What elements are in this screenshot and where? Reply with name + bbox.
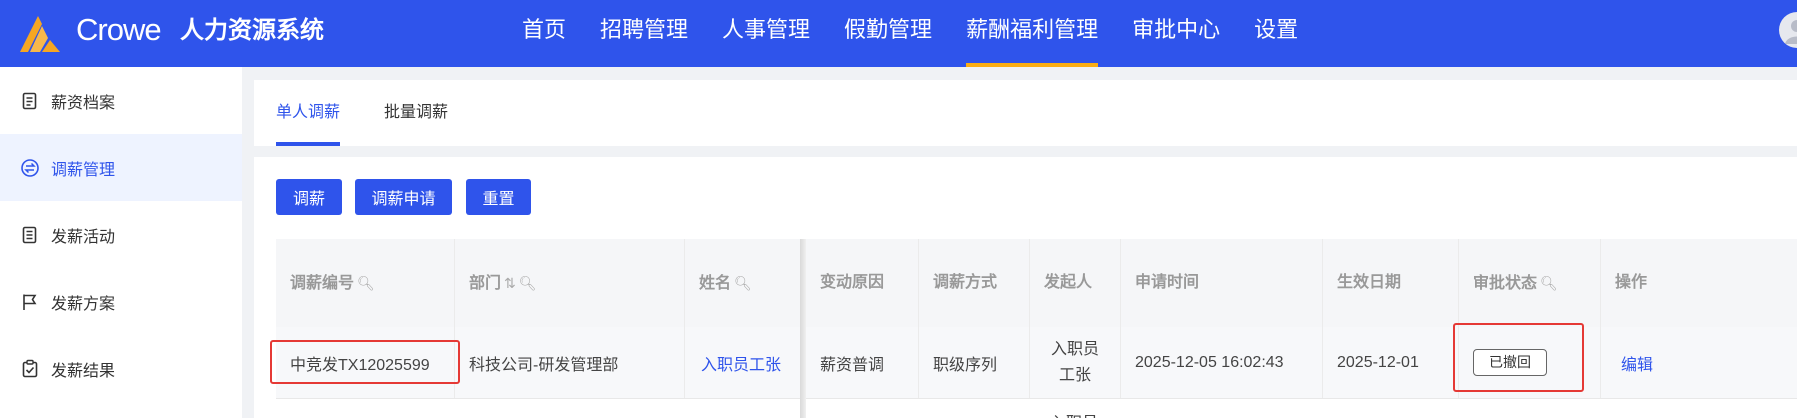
user-avatar[interactable]	[1779, 12, 1797, 48]
sidebar-item-label: 发薪结果	[51, 362, 116, 380]
cell-effective-date: 2025-12-01	[1323, 327, 1459, 398]
crowe-logo-icon	[20, 16, 60, 52]
column-header-apply-time: 申请时间	[1121, 239, 1323, 327]
table-header: 调薪编号 🔍︎ 部门 ⇅ 🔍︎ 姓名 🔍︎ 变动原因 调薪方式 发起人 申请时间 生效日…	[276, 239, 1797, 328]
cell-initiator-partial: 入职员	[1050, 409, 1098, 418]
flag-icon	[23, 294, 37, 310]
column-header-reason: 变动原因	[806, 239, 919, 327]
tabs-card: 单人调薪 批量调薪	[254, 80, 1797, 146]
tab-single-adjustment[interactable]: 单人调薪	[276, 80, 341, 146]
column-header-initiator: 发起人	[1030, 239, 1121, 327]
user-icon	[1785, 20, 1797, 44]
sidebar-item-salary-archive[interactable]: 薪资档案	[0, 67, 242, 134]
employee-name-link[interactable]: 入职员工张	[701, 351, 781, 375]
highlight-box-id	[270, 340, 460, 384]
system-title: 人力资源系统	[180, 17, 324, 44]
column-header-method: 调薪方式	[919, 239, 1030, 327]
edit-link[interactable]: 编辑	[1621, 351, 1653, 375]
cell-apply-time: 2025-12-05 16:02:43	[1121, 327, 1323, 398]
sidebar-item-label: 发薪方案	[51, 295, 116, 313]
top-navigation-bar: Crowe 人力资源系统 首页 招聘管理 人事管理 假勤管理 薪酬福利管理 审批…	[0, 0, 1797, 67]
column-header-department: 部门 ⇅ 🔍︎	[455, 239, 685, 327]
table-row	[276, 399, 1797, 418]
search-icon[interactable]: 🔍︎	[357, 275, 375, 291]
fixed-column-divider	[800, 239, 806, 418]
nav-home[interactable]: 首页	[505, 0, 583, 67]
adjust-salary-button[interactable]: 调薪	[276, 179, 342, 215]
sidebar-item-label: 调薪管理	[51, 161, 116, 179]
main-nav: 首页 招聘管理 人事管理 假勤管理 薪酬福利管理 审批中心 设置	[505, 0, 1315, 67]
nav-attendance[interactable]: 假勤管理	[827, 0, 949, 67]
cell-initiator: 入职员 工张	[1030, 327, 1121, 398]
search-icon[interactable]: 🔍︎	[734, 275, 752, 291]
search-icon[interactable]: 🔍︎	[1540, 275, 1558, 291]
salary-apply-button[interactable]: 调薪申请	[355, 179, 452, 215]
brand-name: Crowe	[76, 12, 162, 47]
exchange-icon	[21, 158, 39, 177]
clipboard-check-icon	[22, 359, 38, 377]
sidebar-item-payroll-plan[interactable]: 发薪方案	[0, 268, 242, 335]
nav-personnel[interactable]: 人事管理	[705, 0, 827, 67]
sidebar-item-label: 发薪活动	[51, 228, 116, 246]
sidebar-item-salary-adjustment[interactable]: 调薪管理	[0, 134, 242, 201]
cell-method: 职级序列	[919, 327, 1030, 398]
sidebar-item-payroll-result[interactable]: 发薪结果	[0, 335, 242, 402]
sidebar-item-payroll-activity[interactable]: 发薪活动	[0, 201, 242, 268]
highlight-box-status	[1453, 323, 1584, 392]
reset-button[interactable]: 重置	[466, 179, 531, 215]
column-header-status: 审批状态 🔍︎	[1459, 239, 1601, 327]
nav-approval-center[interactable]: 审批中心	[1115, 0, 1237, 67]
column-header-name: 姓名 🔍︎	[685, 239, 806, 327]
cell-name: 入职员工张	[685, 327, 806, 398]
nav-settings[interactable]: 设置	[1237, 0, 1315, 67]
cell-reason: 薪资普调	[806, 327, 919, 398]
list-document-icon	[22, 226, 37, 243]
nav-compensation[interactable]: 薪酬福利管理	[949, 0, 1115, 67]
document-icon	[22, 92, 37, 109]
sort-icon[interactable]: ⇅	[504, 275, 516, 291]
column-header-effective-date: 生效日期	[1323, 239, 1459, 327]
column-header-action: 操作	[1615, 274, 1648, 291]
cell-action: 编辑	[1601, 327, 1797, 398]
column-header-id: 调薪编号 🔍︎	[276, 239, 455, 327]
search-icon[interactable]: 🔍︎	[519, 275, 537, 291]
tab-batch-adjustment[interactable]: 批量调薪	[384, 80, 448, 146]
cell-department: 科技公司-研发管理部	[455, 327, 685, 398]
sidebar: 薪资档案 调薪管理 发薪活动 发薪方案 发薪结果	[0, 67, 242, 418]
nav-recruitment[interactable]: 招聘管理	[583, 0, 705, 67]
sidebar-item-label: 薪资档案	[51, 94, 116, 112]
